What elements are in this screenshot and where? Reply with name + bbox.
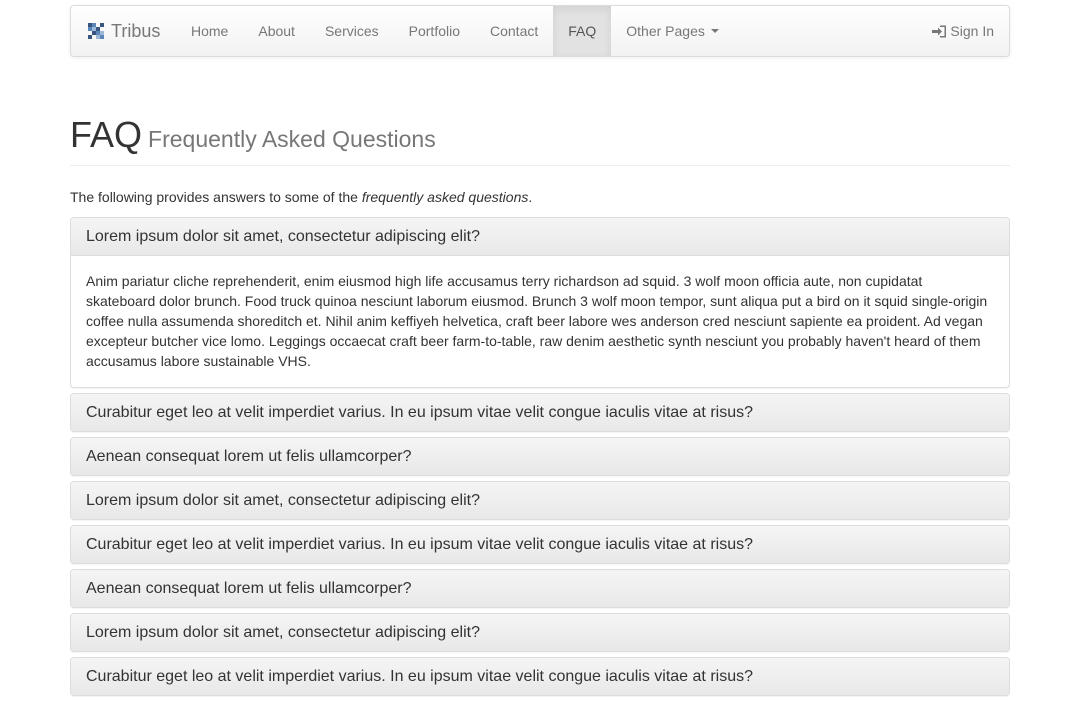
faq-question[interactable]: Lorem ipsum dolor sit amet, consectetur … (71, 482, 1009, 519)
faq-panel: Curabitur eget leo at velit imperdiet va… (70, 525, 1010, 564)
nav-item-about[interactable]: About (243, 6, 310, 56)
brand-logo-icon (88, 23, 104, 39)
caret-down-icon (710, 29, 719, 33)
nav-item-label: Home (191, 23, 229, 39)
faq-panel: Lorem ipsum dolor sit amet, consectetur … (70, 217, 1010, 388)
navbar: Tribus Home About Services Portfolio Contact… (70, 5, 1010, 57)
nav-item-label: Portfolio (408, 23, 460, 39)
page-header: FAQ Frequently Asked Questions (70, 113, 1010, 166)
nav-item-services[interactable]: Services (310, 6, 394, 56)
main-nav: Home About Services Portfolio Contact FAQ Othe… (176, 6, 734, 56)
faq-question[interactable]: Aenean consequat lorem ut felis ullamcor… (71, 570, 1009, 607)
sign-in-icon (932, 25, 947, 38)
nav-item-portfolio[interactable]: Portfolio (394, 6, 475, 56)
sign-in-link[interactable]: Sign In (932, 6, 994, 56)
brand-logo-cell (100, 35, 104, 39)
nav-item-label: Contact (490, 23, 539, 39)
faq-panel: Curabitur eget leo at velit imperdiet va… (70, 393, 1010, 432)
nav-item-label: About (258, 23, 295, 39)
nav-item-faq[interactable]: FAQ (553, 6, 612, 56)
faq-question[interactable]: Aenean consequat lorem ut felis ullamcor… (71, 438, 1009, 475)
brand-name: Tribus (111, 20, 161, 41)
nav-item-label: Services (324, 23, 379, 39)
faq-panel: Curabitur eget leo at velit imperdiet va… (70, 657, 1010, 696)
faq-panel: Aenean consequat lorem ut felis ullamcor… (70, 569, 1010, 608)
faq-question[interactable]: Lorem ipsum dolor sit amet, consectetur … (71, 218, 1009, 256)
sign-in-label: Sign In (950, 23, 994, 39)
faq-question[interactable]: Curabitur eget leo at velit imperdiet va… (71, 394, 1009, 431)
nav-item-contact[interactable]: Contact (475, 6, 553, 56)
page-title: FAQ Frequently Asked Questions (70, 113, 1010, 161)
page-title-text: FAQ (70, 114, 143, 155)
faq-question[interactable]: Lorem ipsum dolor sit amet, consectetur … (71, 614, 1009, 651)
intro-emphasis: frequently asked questions (361, 189, 529, 205)
faq-question[interactable]: Curabitur eget leo at velit imperdiet va… (71, 526, 1009, 563)
intro-text-after: . (528, 189, 533, 205)
intro-text-before: The following provides answers to some o… (70, 189, 362, 205)
brand-link[interactable]: Tribus (88, 6, 160, 56)
nav-item-other-pages[interactable]: Other Pages (611, 6, 734, 56)
nav-item-label: FAQ (568, 23, 597, 39)
faq-accordion: Lorem ipsum dolor sit amet, consectetur … (70, 217, 1010, 701)
faq-panel: Lorem ipsum dolor sit amet, consectetur … (70, 613, 1010, 652)
faq-answer: Anim pariatur cliche reprehenderit, enim… (86, 273, 988, 369)
faq-question[interactable]: Curabitur eget leo at velit imperdiet va… (71, 658, 1009, 695)
page-subtitle: Frequently Asked Questions (148, 126, 436, 152)
nav-item-label: Other Pages (626, 23, 705, 39)
intro-text: The following provides answers to some o… (70, 189, 532, 205)
nav-item-home[interactable]: Home (176, 6, 243, 56)
faq-panel: Aenean consequat lorem ut felis ullamcor… (70, 437, 1010, 476)
faq-panel: Lorem ipsum dolor sit amet, consectetur … (70, 481, 1010, 520)
